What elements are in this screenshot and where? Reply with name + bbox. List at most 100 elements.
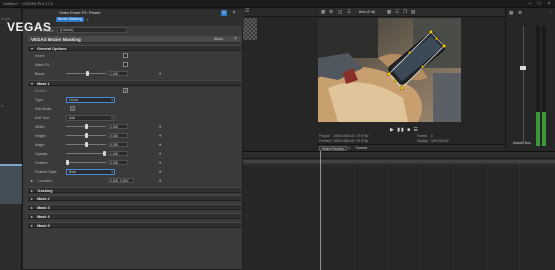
expand-arrow-icon[interactable]: ▸	[31, 223, 33, 229]
height-slider[interactable]	[66, 133, 106, 138]
overlays-icon[interactable]: ▦	[387, 9, 391, 15]
param-label: Blend:	[35, 72, 46, 76]
animate-pin-icon[interactable]: ⌖	[159, 124, 161, 129]
animate-pin-icon[interactable]: ⌖	[159, 169, 161, 174]
param-row-edit-tool: Edit Tool: Add ▾	[28, 114, 241, 122]
dock-icon[interactable]: ☰	[245, 8, 249, 14]
close-button[interactable]: ×	[545, 1, 553, 7]
section-general-options[interactable]: ▾ General Options	[28, 45, 241, 51]
slider-thumb[interactable]	[85, 124, 88, 129]
copy-snapshot-icon[interactable]: ❐	[403, 9, 407, 15]
angle-value[interactable]: 0.000	[108, 142, 128, 147]
animate-pin-icon[interactable]: ⌖	[159, 133, 161, 138]
slider-thumb[interactable]	[103, 151, 106, 156]
fx-empty-area	[28, 237, 241, 269]
animate-pin-icon[interactable]: ⌖	[159, 160, 161, 165]
section-tracking[interactable]: ▸ Tracking	[28, 187, 241, 193]
animate-pin-icon[interactable]: ⌖	[159, 71, 161, 76]
location-value[interactable]: 0.500, 0.500	[108, 178, 134, 183]
slider-thumb[interactable]	[86, 71, 89, 76]
param-label: Enable:	[35, 89, 48, 93]
section-label: Mask 4	[37, 215, 50, 219]
master-fader[interactable]	[520, 66, 526, 70]
master-menu-icon[interactable]: ⋮	[548, 10, 553, 16]
param-label: Angle:	[35, 143, 46, 147]
help-button[interactable]: ?	[234, 36, 237, 41]
maximize-button[interactable]: □	[535, 1, 543, 7]
animate-pin-icon[interactable]: ⌖	[159, 142, 161, 147]
param-label: Edit Mode:	[35, 107, 53, 111]
master-bus-panel: ▦ ⚙ ⋮	[505, 8, 555, 148]
edit-mode-icon[interactable]	[70, 106, 75, 111]
height-value[interactable]: 0.000	[108, 133, 128, 138]
fx-close-button[interactable]: ×	[231, 10, 237, 16]
mask-fx-checkbox[interactable]	[123, 62, 128, 67]
minimize-button[interactable]: –	[526, 1, 534, 7]
angle-slider[interactable]	[66, 142, 106, 147]
project-properties-icon[interactable]: ▦	[321, 9, 325, 15]
master-settings-icon[interactable]: ⚙	[518, 10, 522, 16]
playhead-cursor[interactable]	[320, 151, 321, 270]
section-mask-4[interactable]: ▸ Mask 4	[28, 213, 241, 219]
expand-arrow-icon[interactable]: ▸	[31, 188, 33, 194]
fx-icon[interactable]: ⚙	[329, 9, 333, 15]
section-mask-2[interactable]: ▸ Mask 2	[28, 195, 241, 201]
param-label: Invert:	[35, 54, 45, 58]
timeline-gridline	[453, 165, 454, 270]
about-button[interactable]: About	[214, 37, 223, 41]
feather-style-value: Both	[69, 170, 77, 174]
expand-arrow-icon[interactable]: ▸	[31, 205, 33, 211]
preset-dropdown[interactable]: (Default)	[57, 27, 127, 33]
param-row-height: Height: 0.000 ⌖	[28, 132, 241, 140]
section-label: Tracking	[37, 189, 53, 193]
title-bar: Untitled * - VEGAS Pro 17.0 – □ ×	[0, 0, 555, 8]
feather-slider[interactable]	[66, 160, 106, 165]
preview-settings-icon[interactable]: ☰	[347, 9, 351, 15]
animate-pin-icon[interactable]: ⌖	[159, 151, 161, 156]
frame-label: Frame:	[417, 134, 428, 138]
remove-fx-icon[interactable]: ×	[85, 17, 90, 22]
blend-value[interactable]: 1.000	[108, 71, 128, 76]
video-preview[interactable]	[318, 18, 461, 122]
invert-checkbox[interactable]	[123, 53, 128, 58]
enable-checkbox[interactable]	[123, 88, 128, 94]
edit-tool-value: Add	[69, 116, 76, 120]
fx-chain-chip[interactable]: Bezier Masking	[56, 17, 84, 22]
section-mask-3[interactable]: ▸ Mask 3	[28, 204, 241, 210]
slider-thumb[interactable]	[85, 142, 88, 147]
grid-icon[interactable]: ☷	[395, 9, 399, 15]
preview-transport-controls[interactable]: ▶ ▮▮ ■ ☰	[390, 127, 430, 133]
expand-arrow-icon[interactable]: ▸	[31, 178, 33, 183]
preview-toolbar: ▦ ⚙ ◫ ☰ Best (Full) ▦ ☷ ❐ ▤	[317, 8, 505, 17]
section-mask-5[interactable]: ▸ Mask 5	[28, 222, 241, 228]
feather-style-dropdown[interactable]: Both ▾	[66, 169, 115, 175]
width-slider[interactable]	[66, 124, 106, 129]
edit-tool-dropdown[interactable]: Add ▾	[66, 115, 115, 121]
fx-chain-button[interactable]: ☷	[221, 10, 227, 16]
slider-thumb[interactable]	[66, 160, 69, 165]
split-screen-icon[interactable]: ◫	[338, 9, 342, 15]
peak-meter-left	[536, 26, 540, 146]
param-label: Location:	[38, 179, 53, 183]
param-label: Feather:	[35, 161, 49, 165]
section-mask-1[interactable]: ▾ Mask 1	[28, 80, 241, 86]
master-fx-icon[interactable]: ▦	[509, 10, 513, 16]
timeline-tracks-area[interactable]	[243, 165, 555, 270]
param-row-opacity: Opacity: 1.000 ⌖	[28, 150, 241, 158]
blend-slider[interactable]	[66, 71, 106, 76]
expand-arrow-icon[interactable]: ▸	[31, 196, 33, 202]
display-value: 157x115x32	[431, 139, 449, 143]
preview-quality-dropdown[interactable]: Best (Full)	[359, 10, 375, 14]
animate-pin-icon[interactable]: ⌖	[159, 178, 161, 183]
loop-region-bar[interactable]	[243, 160, 555, 163]
slider-thumb[interactable]	[85, 133, 88, 138]
feather-value[interactable]: 0.000	[108, 160, 128, 165]
expand-arrow-icon[interactable]: ▸	[31, 214, 33, 220]
opacity-slider[interactable]	[66, 151, 106, 156]
track-header-selected[interactable]	[0, 164, 22, 204]
opacity-value[interactable]: 1.000	[108, 151, 128, 156]
param-row-width: Width: 0.000 ⌖	[28, 123, 241, 131]
type-dropdown[interactable]: Curve ▾	[66, 97, 115, 103]
save-snapshot-icon[interactable]: ▤	[411, 9, 415, 15]
width-value[interactable]: 0.000	[108, 124, 128, 129]
